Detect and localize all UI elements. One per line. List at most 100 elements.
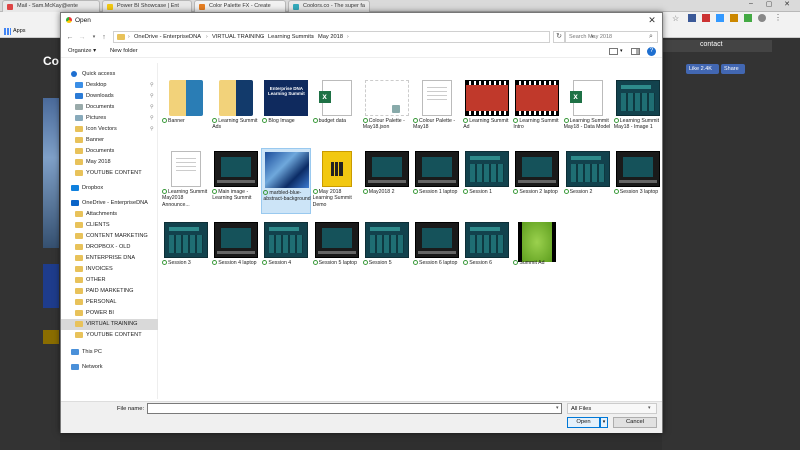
contact-link[interactable]: contact: [700, 41, 723, 48]
breadcrumb-item[interactable]: May 2018: [318, 34, 343, 40]
open-options-chevron-icon[interactable]: ▾: [600, 417, 608, 428]
file-item[interactable]: Learning Summit Ads: [211, 77, 261, 143]
nav-item-onedrive-enterprisedna[interactable]: OneDrive - EnterpriseDNA: [61, 198, 158, 209]
breadcrumb-item[interactable]: VIRTUAL TRAINING: [212, 34, 264, 40]
breadcrumb-item[interactable]: OneDrive - EnterpriseDNA: [134, 34, 201, 40]
chevron-right-icon[interactable]: ›: [312, 34, 314, 40]
menu-icon[interactable]: ⋮: [774, 13, 782, 22]
file-type-select[interactable]: All Files: [567, 403, 657, 414]
browser-tab[interactable]: Power BI Showcase | Ent: [102, 0, 192, 12]
chevron-right-icon[interactable]: ›: [206, 34, 208, 40]
nav-item-documents[interactable]: Documents: [61, 146, 158, 157]
maximize-icon[interactable]: ▢: [762, 0, 776, 12]
nav-item-may-2018[interactable]: May 2018: [61, 157, 158, 168]
file-item[interactable]: Learning Summit May2018 Announce...: [161, 148, 211, 214]
file-item[interactable]: Colour Palette - May18.json: [362, 77, 412, 143]
nav-item-content-marketing[interactable]: CONTENT MARKETING: [61, 231, 158, 242]
cancel-button[interactable]: Cancel: [613, 417, 657, 428]
nav-item-banner[interactable]: Banner: [61, 135, 158, 146]
nav-item-enterprise-dna[interactable]: ENTERPRISE DNA: [61, 253, 158, 264]
nav-item-other[interactable]: OTHER: [61, 275, 158, 286]
file-item[interactable]: Session 6 laptop: [412, 219, 462, 285]
open-button[interactable]: Open: [567, 417, 600, 428]
chevron-right-icon[interactable]: ›: [128, 34, 130, 40]
browser-tab[interactable]: Mail - Sam.McKay@ente: [2, 0, 100, 12]
chevron-down-icon[interactable]: ▾: [556, 405, 559, 411]
preview-pane-icon[interactable]: [631, 48, 640, 55]
nav-item-dropbox-old[interactable]: DROPBOX - OLD: [61, 242, 158, 253]
file-item[interactable]: Learning Summit May18 - Image 1: [613, 77, 663, 143]
search-input[interactable]: Search May 2018 ⌕: [565, 31, 658, 43]
file-item[interactable]: Enterprise DNA Learning Summit Blog Image: [261, 77, 311, 143]
profile-icon[interactable]: [758, 14, 766, 22]
chevron-right-icon[interactable]: ›: [347, 34, 349, 40]
file-item[interactable]: Learning Summit Intro: [512, 77, 562, 143]
browser-tab[interactable]: Coolors.co - The super fa: [288, 0, 370, 12]
file-item[interactable]: Session 4 laptop: [211, 219, 261, 285]
nav-item-personal[interactable]: PERSONAL: [61, 297, 158, 308]
chevron-down-icon[interactable]: ▾: [648, 405, 651, 411]
nav-item-paid-marketing[interactable]: PAID MARKETING: [61, 286, 158, 297]
up-button[interactable]: ↑: [99, 32, 109, 43]
browser-tab-active[interactable]: Color Palette FX - Create: [194, 0, 286, 12]
recent-locations-icon[interactable]: ▾: [89, 32, 99, 43]
nav-item-desktop[interactable]: Desktop ⚲: [61, 80, 158, 91]
file-item[interactable]: Session 2: [563, 148, 613, 214]
star-bookmark-icon[interactable]: ☆: [672, 14, 679, 23]
file-item[interactable]: Learning Summit Ad: [462, 77, 512, 143]
file-item[interactable]: Session 1: [462, 148, 512, 214]
nav-item-downloads[interactable]: Downloads ⚲: [61, 91, 158, 102]
file-item[interactable]: Colour Palette - May18: [412, 77, 462, 143]
file-item[interactable]: Session 3 laptop: [613, 148, 663, 214]
facebook-like-button[interactable]: Like 2.4K: [686, 64, 719, 74]
nav-item-invoices[interactable]: INVOICES: [61, 264, 158, 275]
minimize-icon[interactable]: –: [744, 0, 758, 12]
nav-item-icon-vectors[interactable]: Icon Vectors ⚲: [61, 124, 158, 135]
nav-item-attachments[interactable]: Attachments: [61, 209, 158, 220]
breadcrumb-item[interactable]: Learning Summits: [268, 34, 314, 40]
nav-item-dropbox[interactable]: Dropbox: [61, 183, 158, 194]
extension-icon[interactable]: [702, 14, 710, 22]
nav-item-this-pc[interactable]: This PC: [61, 347, 158, 358]
file-item[interactable]: May2018 2: [362, 148, 412, 214]
file-item[interactable]: x Learning Summit May18 - Data Model: [563, 77, 613, 143]
facebook-share-button[interactable]: Share: [721, 64, 745, 74]
file-item[interactable]: Session 4: [261, 219, 311, 285]
forward-button[interactable]: →: [77, 32, 87, 43]
nav-item-power-bi[interactable]: POWER BI: [61, 308, 158, 319]
file-item[interactable]: Summit Ad: [512, 219, 562, 285]
file-item[interactable]: Session 1 laptop: [412, 148, 462, 214]
extension-icon[interactable]: [744, 14, 752, 22]
nav-item-documents[interactable]: Documents ⚲: [61, 102, 158, 113]
extension-icon[interactable]: [716, 14, 724, 22]
nav-item-pictures[interactable]: Pictures ⚲: [61, 113, 158, 124]
view-options-icon[interactable]: [609, 48, 618, 55]
apps-bookmark[interactable]: Apps: [13, 28, 26, 34]
extension-icon[interactable]: [730, 14, 738, 22]
file-item[interactable]: Session 5 laptop: [312, 219, 362, 285]
help-icon[interactable]: ?: [647, 47, 656, 56]
refresh-button[interactable]: ↻: [553, 31, 565, 43]
new-folder-button[interactable]: New folder: [110, 48, 138, 54]
nav-item-network[interactable]: Network: [61, 362, 158, 373]
nav-item-quick-access[interactable]: Quick access: [61, 69, 158, 80]
file-item[interactable]: Banner: [161, 77, 211, 143]
file-item[interactable]: Session 5: [362, 219, 412, 285]
organize-button[interactable]: Organize ▾: [68, 48, 96, 54]
file-item[interactable]: Session 6: [462, 219, 512, 285]
file-name-input[interactable]: [147, 403, 562, 414]
file-item[interactable]: x budget data: [312, 77, 362, 143]
file-item[interactable]: Session 2 laptop: [512, 148, 562, 214]
extension-icon[interactable]: [688, 14, 696, 22]
file-item[interactable]: May 2018 Learning Summit Demo: [312, 148, 362, 214]
file-item[interactable]: Session 3: [161, 219, 211, 285]
nav-item-virtual-training[interactable]: VIRTUAL TRAINING: [61, 319, 158, 330]
chevron-right-icon[interactable]: ›: [262, 34, 264, 40]
back-button[interactable]: ←: [65, 32, 75, 43]
address-bar[interactable]: › OneDrive - EnterpriseDNA › VIRTUAL TRA…: [113, 31, 594, 43]
nav-item-youtube-content[interactable]: YOUTUBE CONTENT: [61, 330, 158, 341]
chevron-down-icon[interactable]: ▾: [620, 48, 623, 54]
window-close-icon[interactable]: ✕: [780, 0, 794, 12]
file-item[interactable]: Main image - Learning Summit: [211, 148, 261, 214]
nav-item-youtube-content[interactable]: YOUTUBE CONTENT: [61, 168, 158, 179]
